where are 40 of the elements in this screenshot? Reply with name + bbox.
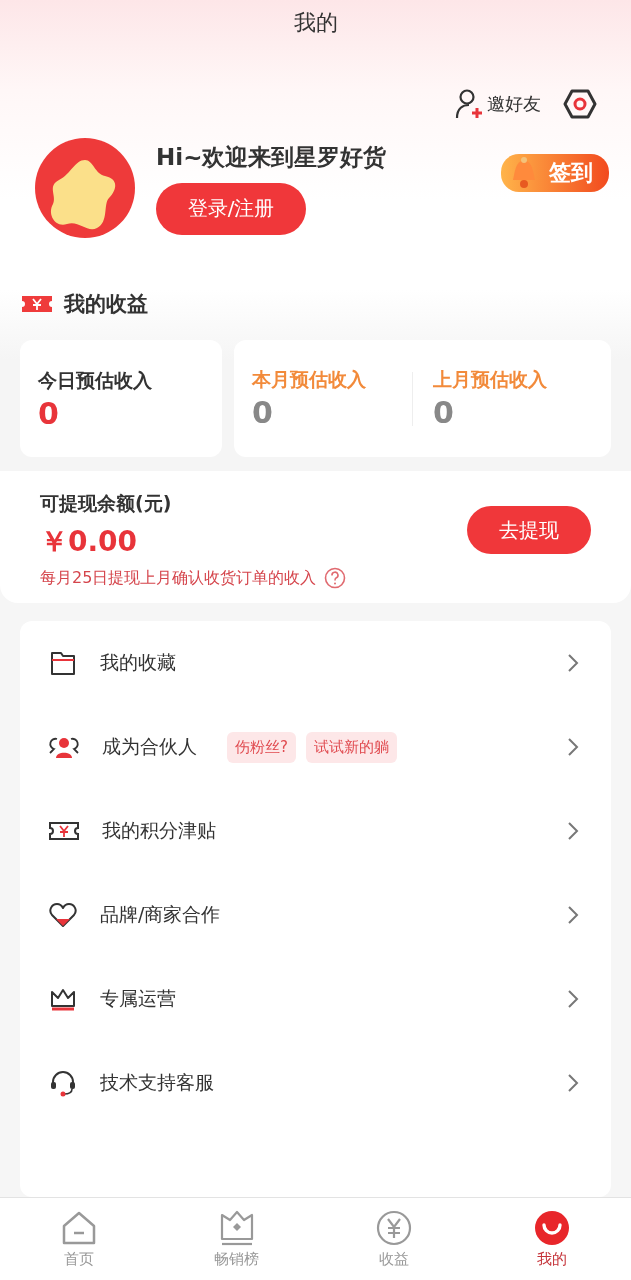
chevron-right-icon <box>567 1073 579 1093</box>
balance-label: 可提现余额(元) <box>40 491 173 516</box>
balance-amount: ￥0.00 <box>40 524 139 560</box>
section-title: 我的收益 <box>64 291 148 318</box>
smile-icon <box>534 1209 571 1246</box>
menu-item[interactable]: 技术支持客服 <box>20 1041 611 1125</box>
chevron-right-icon <box>567 989 579 1009</box>
invite-friends-button[interactable]: 邀好友 <box>455 88 541 120</box>
tab-bar-item[interactable]: 我的 <box>473 1198 631 1280</box>
stat-label: 今日预估收入 <box>38 368 153 393</box>
chevron-right-icon <box>567 905 579 925</box>
settings-icon[interactable] <box>563 89 597 119</box>
withdraw-button[interactable]: 去提现 <box>467 506 591 554</box>
add-person-icon <box>455 88 485 120</box>
chevron-right-icon <box>567 821 579 841</box>
menu-item[interactable]: 我的收藏 <box>20 621 611 705</box>
login-register-button[interactable]: 登录/注册 <box>156 182 306 235</box>
heart-icon <box>48 900 78 930</box>
menu-item[interactable]: 我的积分津贴 <box>20 789 611 873</box>
chevron-right-icon <box>567 653 579 673</box>
menu-item[interactable]: 专属运营 <box>20 957 611 1041</box>
welcome-greeting: Hi~欢迎来到星罗好货 <box>156 142 388 172</box>
promo-tag: 伤粉丝? <box>227 731 296 763</box>
ticket-icon <box>20 294 54 314</box>
help-icon[interactable] <box>324 567 347 589</box>
page-title: 我的 <box>292 9 339 37</box>
promo-tag: 试试新的躺 <box>305 731 397 763</box>
stat-value: 0 <box>252 395 274 430</box>
stat-label: 上月预估收入 <box>433 367 548 392</box>
home-icon <box>60 1209 97 1246</box>
menu-item[interactable]: 品牌/商家合作 <box>20 873 611 957</box>
headset-icon <box>48 1068 78 1098</box>
chevron-right-icon <box>567 737 579 757</box>
crown-icon <box>218 1209 255 1246</box>
stat-value: 0 <box>433 395 455 430</box>
stat-value: 0 <box>38 396 60 431</box>
withdraw-note: 每月25日提现上月确认收货订单的收入 <box>40 567 317 589</box>
stat-label: 本月预估收入 <box>252 367 367 392</box>
menu-item[interactable]: 成为合伙人 伤粉丝? 试试新的躺 <box>20 705 611 789</box>
yen-coin-icon <box>376 1209 413 1246</box>
